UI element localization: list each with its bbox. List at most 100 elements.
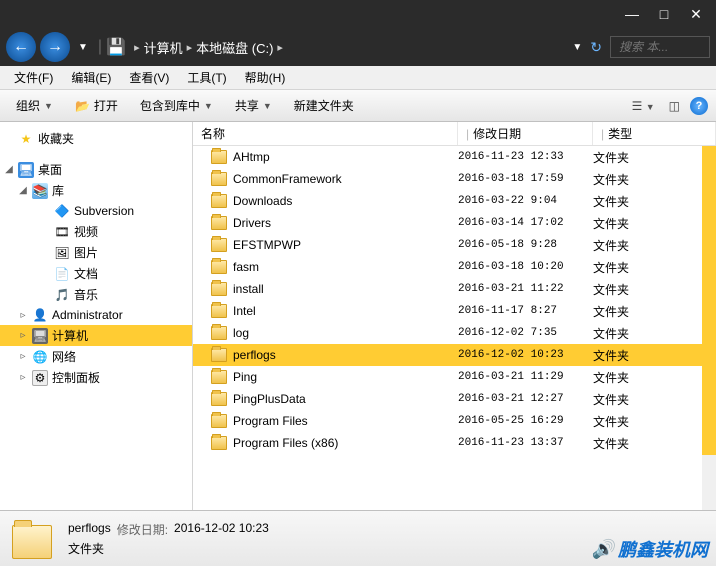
file-date: 2016-03-18 17:59 xyxy=(458,173,593,185)
file-date: 2016-05-18 9:28 xyxy=(458,239,593,251)
forward-button[interactable]: → xyxy=(40,32,70,62)
file-type: 文件夹 xyxy=(593,215,716,232)
folder-icon xyxy=(211,194,227,208)
sidebar-control[interactable]: ▹⚙控制面板 xyxy=(0,367,192,388)
view-options-button[interactable]: ☰ ▼ xyxy=(628,95,659,117)
file-row[interactable]: log2016-12-02 7:35文件夹 xyxy=(193,322,716,344)
sidebar-library[interactable]: ◢📚库 xyxy=(0,180,192,201)
file-row[interactable]: install2016-03-21 11:22文件夹 xyxy=(193,278,716,300)
share-button[interactable]: 共享▼ xyxy=(227,93,280,118)
file-date: 2016-12-02 7:35 xyxy=(458,327,593,339)
folder-icon xyxy=(211,304,227,318)
file-row[interactable]: perflogs2016-12-02 10:23文件夹 xyxy=(193,344,716,366)
file-row[interactable]: Downloads2016-03-22 9:04文件夹 xyxy=(193,190,716,212)
organize-button[interactable]: 组织▼ xyxy=(8,93,61,118)
file-type: 文件夹 xyxy=(593,149,716,166)
menu-tools[interactable]: 工具(T) xyxy=(179,67,234,88)
sidebar-video[interactable]: 🎞视频 xyxy=(0,221,192,242)
file-type: 文件夹 xyxy=(593,347,716,364)
file-row[interactable]: EFSTMPWP 2016-05-18 9:28文件夹 xyxy=(193,234,716,256)
menu-edit[interactable]: 编辑(E) xyxy=(63,67,119,88)
file-type: 文件夹 xyxy=(593,259,716,276)
open-icon: 📂 xyxy=(75,99,90,113)
collapse-icon[interactable]: ◢ xyxy=(4,164,14,175)
preview-pane-button[interactable]: ◫ xyxy=(665,95,684,117)
open-button[interactable]: 📂打开 xyxy=(67,93,126,118)
menu-file[interactable]: 文件(F) xyxy=(6,67,61,88)
folder-icon xyxy=(211,216,227,230)
search-input[interactable] xyxy=(610,36,710,58)
file-name-label: fasm xyxy=(233,260,259,274)
file-type: 文件夹 xyxy=(593,237,716,254)
chevron-right-icon[interactable]: ▸ xyxy=(134,41,140,54)
breadcrumb: ▸ 计算机 ▸ 本地磁盘 (C:) ▸ xyxy=(134,38,283,57)
svn-icon: 🔷 xyxy=(54,203,70,219)
back-button[interactable]: ← xyxy=(6,32,36,62)
sidebar-subversion[interactable]: 🔷Subversion xyxy=(0,201,192,221)
sidebar-computer[interactable]: ▹🖥计算机 xyxy=(0,325,192,346)
file-row[interactable]: Intel2016-11-17 8:27文件夹 xyxy=(193,300,716,322)
sidebar-network[interactable]: ▹🌐网络 xyxy=(0,346,192,367)
expand-icon[interactable]: ▹ xyxy=(18,351,28,362)
sidebar-documents[interactable]: 📄文档 xyxy=(0,263,192,284)
folder-icon xyxy=(211,282,227,296)
file-name-label: log xyxy=(233,326,249,340)
breadcrumb-drive[interactable]: 本地磁盘 (C:) xyxy=(196,38,273,57)
file-row[interactable]: CommonFramework2016-03-18 17:59文件夹 xyxy=(193,168,716,190)
folder-icon xyxy=(211,150,227,164)
breadcrumb-computer[interactable]: 计算机 xyxy=(144,38,183,57)
minimize-button[interactable]: — xyxy=(620,6,644,22)
file-date: 2016-03-14 17:02 xyxy=(458,217,593,229)
sidebar-pictures[interactable]: 🖼图片 xyxy=(0,242,192,263)
status-name: perflogs xyxy=(68,521,111,538)
scroll-thumb[interactable] xyxy=(702,146,716,455)
chevron-right-icon[interactable]: ▸ xyxy=(187,41,193,54)
scrollbar[interactable] xyxy=(702,146,716,510)
column-name[interactable]: 名称 xyxy=(193,122,458,145)
file-row[interactable]: Program Files (x86)2016-11-23 13:37文件夹 xyxy=(193,432,716,454)
chevron-right-icon[interactable]: ▸ xyxy=(277,41,283,54)
column-type[interactable]: |类型 xyxy=(593,122,716,145)
expand-icon[interactable]: ▹ xyxy=(18,372,28,383)
newfolder-button[interactable]: 新建文件夹 xyxy=(286,93,362,118)
file-date: 2016-11-23 13:37 xyxy=(458,437,593,449)
file-row[interactable]: PingPlusData2016-03-21 12:27文件夹 xyxy=(193,388,716,410)
file-row[interactable]: Program Files2016-05-25 16:29文件夹 xyxy=(193,410,716,432)
file-row[interactable]: AHtmp2016-11-23 12:33文件夹 xyxy=(193,146,716,168)
star-icon: ★ xyxy=(18,131,34,147)
menu-view[interactable]: 查看(V) xyxy=(121,67,177,88)
file-name-label: Program Files (x86) xyxy=(233,436,338,450)
file-name-label: Intel xyxy=(233,304,256,318)
documents-icon: 📄 xyxy=(54,266,70,282)
file-row[interactable]: Drivers2016-03-14 17:02文件夹 xyxy=(193,212,716,234)
include-library-button[interactable]: 包含到库中▼ xyxy=(132,93,221,118)
file-date: 2016-05-25 16:29 xyxy=(458,415,593,427)
sidebar-music[interactable]: 🎵音乐 xyxy=(0,284,192,305)
file-row[interactable]: fasm2016-03-18 10:20文件夹 xyxy=(193,256,716,278)
expand-icon[interactable]: ▹ xyxy=(18,330,28,341)
collapse-icon[interactable]: ◢ xyxy=(18,185,28,196)
sidebar-favorites[interactable]: ★收藏夹 xyxy=(0,128,192,149)
file-row[interactable]: Ping2016-03-21 11:29文件夹 xyxy=(193,366,716,388)
history-dropdown[interactable]: ▼ xyxy=(78,42,88,53)
file-name-label: Ping xyxy=(233,370,257,384)
status-folder-icon xyxy=(12,519,56,559)
help-icon[interactable]: ? xyxy=(690,97,708,115)
watermark: 🔊 鹏鑫装机网 xyxy=(592,536,708,562)
folder-icon xyxy=(211,172,227,186)
file-name-label: Program Files xyxy=(233,414,308,428)
file-type: 文件夹 xyxy=(593,391,716,408)
refresh-icon[interactable]: ↻ xyxy=(590,39,602,56)
menu-help[interactable]: 帮助(H) xyxy=(237,67,294,88)
maximize-button[interactable]: □ xyxy=(652,6,676,22)
toolbar: 组织▼ 📂打开 包含到库中▼ 共享▼ 新建文件夹 ☰ ▼ ◫ ? xyxy=(0,90,716,122)
file-name-label: EFSTMPWP xyxy=(233,238,301,252)
watermark-icon: 🔊 xyxy=(592,539,614,560)
expand-icon[interactable]: ▹ xyxy=(18,310,28,321)
column-date[interactable]: |修改日期 xyxy=(458,122,593,145)
close-button[interactable]: ✕ xyxy=(684,6,708,23)
sidebar-desktop[interactable]: ◢🖥桌面 xyxy=(0,159,192,180)
file-date: 2016-03-21 11:22 xyxy=(458,283,593,295)
dropdown-icon[interactable]: ▼ xyxy=(572,42,582,53)
sidebar-admin[interactable]: ▹👤Administrator xyxy=(0,305,192,325)
